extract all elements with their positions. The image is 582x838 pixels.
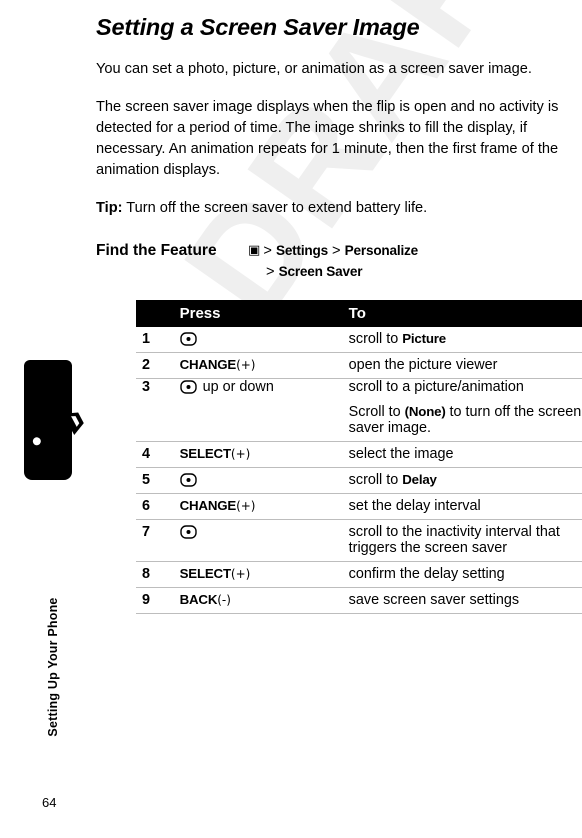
tip-paragraph: Tip: Turn off the screen saver to extend… <box>96 198 578 219</box>
step-press: SELECT(+) <box>173 441 343 468</box>
softkey-indicator: (+) <box>236 358 256 372</box>
step-to-prefix: Scroll to <box>348 404 405 420</box>
step-to: scroll to a picture/animation <box>348 379 524 395</box>
step-press: CHANGE(+) <box>173 493 343 520</box>
step-to-prefix: scroll to <box>348 472 403 488</box>
menu-glyph-icon: ▣ <box>248 243 260 258</box>
path-item-settings: Settings <box>275 243 328 258</box>
table-row: 7 scroll to the inactivity interval that… <box>136 519 582 562</box>
step-to: scroll to the inactivity interval that t… <box>342 519 582 562</box>
steps-table-header-row: Press To <box>136 300 582 327</box>
page-number: 64 <box>42 795 57 810</box>
nav-key-icon <box>179 525 197 539</box>
table-row: 1 scroll to Picture <box>136 327 582 353</box>
step-number: 1 <box>136 327 174 353</box>
step-press <box>173 400 343 442</box>
table-row: 4 SELECT(+) select the image <box>136 441 582 468</box>
step-to: select the image <box>342 441 582 468</box>
softkey-indicator: (+) <box>230 567 251 581</box>
path-separator-3: > <box>266 264 275 280</box>
step-to-bold: Picture <box>402 331 446 346</box>
step-number <box>136 400 174 442</box>
step-press <box>173 519 343 562</box>
path-separator-1: > <box>263 243 272 259</box>
step-press: CHANGE(+) <box>173 352 343 379</box>
header-press: Press <box>173 300 343 327</box>
chapter-side-label: Setting Up Your Phone <box>46 597 60 737</box>
table-row: Scroll to (None) to turn off the screen … <box>136 400 582 442</box>
table-row: 2 CHANGE(+) open the picture viewer <box>136 352 582 379</box>
find-the-feature-label: Find the Feature <box>96 242 217 259</box>
table-row: 3 up or down scroll to a picture/animati… <box>136 379 582 401</box>
nav-key-icon <box>179 473 197 487</box>
step-to: Scroll to (None) to turn off the screen … <box>342 400 582 442</box>
softkey-command: SELECT <box>179 446 231 461</box>
tip-label: Tip: <box>96 200 123 216</box>
step-number: 2 <box>136 352 174 379</box>
step-number: 6 <box>136 493 174 520</box>
step-number: 7 <box>136 519 174 562</box>
softkey-indicator: (+) <box>236 499 256 513</box>
find-the-feature-block: Find the Feature ▣ > Settings > Personal… <box>96 241 582 282</box>
tip-text: Turn off the screen saver to extend batt… <box>122 200 428 216</box>
path-item-screen-saver: Screen Saver <box>278 264 363 279</box>
table-row: 9 BACK(-) save screen saver settings <box>136 587 582 614</box>
path-item-personalize: Personalize <box>344 243 419 258</box>
wrench-tool-icon <box>27 412 84 451</box>
step-to: set the delay interval <box>342 493 582 520</box>
step-press <box>173 327 343 353</box>
left-margin-rail: Setting Up Your Phone 64 <box>0 0 96 838</box>
intro-paragraph-1: You can set a photo, picture, or animati… <box>96 61 532 77</box>
table-row: 8 SELECT(+) confirm the delay setting <box>136 561 582 588</box>
find-the-feature-path: ▣ > Settings > Personalize > Screen Save… <box>248 241 418 282</box>
step-to-bold: Delay <box>402 472 437 487</box>
nav-key-icon <box>179 332 197 346</box>
softkey-command: CHANGE <box>179 498 237 513</box>
softkey-command: CHANGE <box>179 357 237 372</box>
menu-path-line-1: ▣ > Settings > Personalize <box>248 241 418 262</box>
step-press: up or down <box>174 379 343 401</box>
header-step-number <box>136 300 174 327</box>
menu-path-line-2: > Screen Saver <box>248 262 418 282</box>
steps-table: Press To 1 scroll to Picture 2 CHANGE(+) <box>136 300 582 614</box>
step-press: BACK(-) <box>173 587 343 614</box>
softkey-indicator: (+) <box>230 447 251 461</box>
table-row: 6 CHANGE(+) set the delay interval <box>136 493 582 520</box>
page-content: Setting a Screen Saver Image You can set… <box>96 0 582 614</box>
path-separator-2: > <box>332 243 341 259</box>
step-to: save screen saver settings <box>342 587 582 614</box>
table-row: 5 scroll to Delay <box>136 467 582 494</box>
step-to: scroll to Picture <box>342 327 582 353</box>
step-number: 9 <box>136 587 174 614</box>
step-number: 4 <box>136 441 174 468</box>
step-number: 3 <box>142 379 151 395</box>
step-press-text: up or down <box>202 379 274 395</box>
step-to-prefix: scroll to <box>348 331 403 347</box>
softkey-command: BACK <box>179 592 218 607</box>
softkey-indicator: (-) <box>217 593 231 607</box>
step-to: confirm the delay setting <box>342 561 582 588</box>
step-to: scroll to Delay <box>342 467 582 494</box>
step-to-bold: (None) <box>404 404 446 419</box>
softkey-command: SELECT <box>179 566 231 581</box>
page-title: Setting a Screen Saver Image <box>96 14 420 40</box>
step-number: 5 <box>136 467 174 494</box>
header-to: To <box>342 300 582 327</box>
step-press <box>173 467 343 494</box>
step-number: 8 <box>136 561 174 588</box>
step-to: open the picture viewer <box>342 352 582 379</box>
nav-key-icon <box>179 380 197 394</box>
step-press: SELECT(+) <box>173 561 343 588</box>
intro-paragraph-2: The screen saver image displays when the… <box>96 99 559 178</box>
